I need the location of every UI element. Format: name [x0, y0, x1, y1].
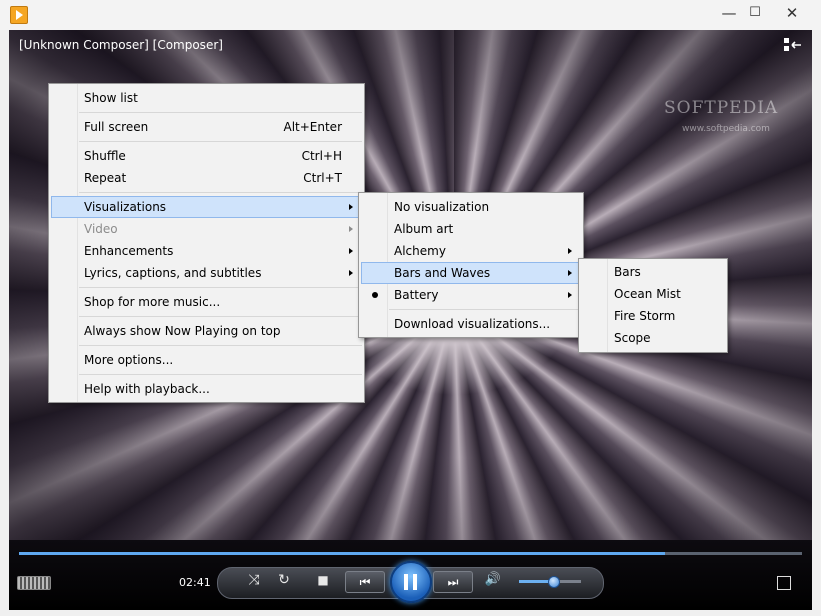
menu-item-alchemy[interactable]: Alchemy: [361, 240, 581, 262]
now-playing-grip-icon[interactable]: [17, 576, 51, 590]
menu-item-full-screen[interactable]: Full screen Alt+Enter: [51, 116, 362, 138]
seek-bar-progress: [19, 552, 665, 555]
menu-item-scope[interactable]: Scope: [581, 327, 725, 349]
next-button[interactable]: ⏭: [433, 571, 473, 593]
volume-slider[interactable]: [519, 576, 581, 588]
submenu-arrow-icon: [568, 248, 572, 254]
media-player-icon[interactable]: [10, 6, 28, 24]
menu-item-help-playback[interactable]: Help with playback...: [51, 378, 362, 400]
menu-item-repeat[interactable]: Repeat Ctrl+T: [51, 167, 362, 189]
menu-item-always-on-top[interactable]: Always show Now Playing on top: [51, 320, 362, 342]
submenu-arrow-icon: [349, 204, 353, 210]
menu-separator: [79, 287, 362, 288]
selected-bullet-icon: [372, 292, 378, 298]
menu-item-lyrics[interactable]: Lyrics, captions, and subtitles: [51, 262, 362, 284]
menu-item-shuffle[interactable]: Shuffle Ctrl+H: [51, 145, 362, 167]
menu-separator: [79, 141, 362, 142]
submenu-arrow-icon: [568, 270, 572, 276]
mute-button[interactable]: 🔊: [483, 572, 503, 587]
menu-separator: [79, 112, 362, 113]
shuffle-button[interactable]: ⤨: [245, 572, 263, 588]
visualizations-submenu: No visualization Album art Alchemy Bars …: [358, 192, 584, 338]
menu-item-fire-storm[interactable]: Fire Storm: [581, 305, 725, 327]
menu-item-more-options[interactable]: More options...: [51, 349, 362, 371]
softpedia-watermark: SOFTPEDIA: [664, 98, 779, 118]
submenu-arrow-icon: [349, 270, 353, 276]
menu-item-shop-music[interactable]: Shop for more music...: [51, 291, 362, 313]
close-button[interactable]: ✕: [778, 2, 806, 24]
submenu-arrow-icon: [568, 292, 572, 298]
stop-button[interactable]: ■: [315, 573, 331, 587]
menu-item-ocean-mist[interactable]: Ocean Mist: [581, 283, 725, 305]
menu-item-visualizations[interactable]: Visualizations: [51, 196, 362, 218]
menu-item-battery[interactable]: Battery: [361, 284, 581, 306]
previous-button[interactable]: ⏮: [345, 571, 385, 593]
playback-controls: 02:41 ⤨ ↻ ■ ⏮ ⏭ 🔊: [9, 540, 812, 610]
volume-knob[interactable]: [548, 576, 561, 588]
context-menu: Show list Full screen Alt+Enter Shuffle Ct…: [48, 83, 365, 403]
menu-item-no-visualization[interactable]: No visualization: [361, 196, 581, 218]
menu-separator: [79, 374, 362, 375]
menu-item-show-list[interactable]: Show list: [51, 87, 362, 109]
menu-item-download-visualizations[interactable]: Download visualizations...: [361, 313, 581, 335]
pause-button[interactable]: [390, 561, 432, 603]
menu-item-video: Video: [51, 218, 362, 240]
menu-item-album-art[interactable]: Album art: [361, 218, 581, 240]
minimize-button[interactable]: —: [715, 2, 743, 24]
submenu-arrow-icon: [349, 248, 353, 254]
menu-separator: [389, 309, 581, 310]
menu-separator: [79, 345, 362, 346]
menu-item-bars-and-waves[interactable]: Bars and Waves: [361, 262, 581, 284]
elapsed-time: 02:41: [179, 576, 211, 589]
seek-bar[interactable]: [19, 552, 802, 555]
menu-item-enhancements[interactable]: Enhancements: [51, 240, 362, 262]
pause-icon: [413, 574, 417, 590]
submenu-arrow-icon: [349, 226, 353, 232]
repeat-button[interactable]: ↻: [275, 572, 293, 588]
now-playing-title: [Unknown Composer] [Composer]: [19, 38, 223, 52]
menu-item-bars[interactable]: Bars: [581, 261, 725, 283]
switch-to-library-icon[interactable]: [784, 38, 802, 52]
bars-and-waves-submenu: Bars Ocean Mist Fire Storm Scope: [578, 258, 728, 353]
menu-separator: [79, 316, 362, 317]
menu-separator: [79, 192, 362, 193]
softpedia-url: www.softpedia.com: [682, 124, 770, 134]
title-bar: — ☐ ✕: [0, 0, 821, 30]
maximize-button[interactable]: ☐: [741, 2, 769, 24]
full-screen-icon[interactable]: [777, 576, 791, 590]
pause-icon: [404, 574, 408, 590]
